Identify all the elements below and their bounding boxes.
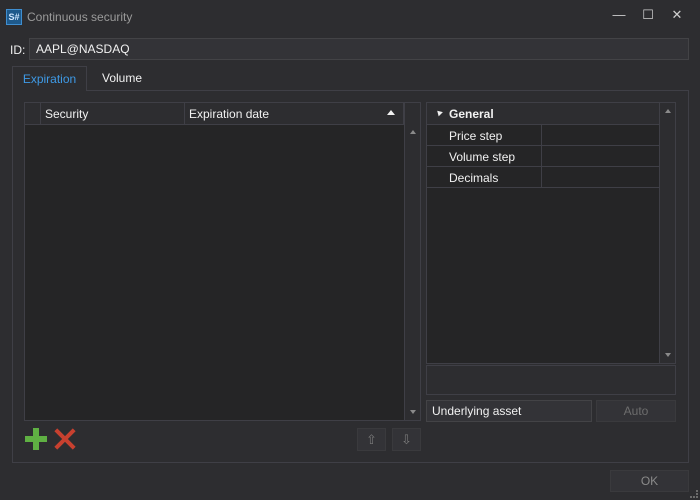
column-header-expiration-date[interactable]: Expiration date bbox=[185, 103, 404, 125]
category-general[interactable]: General bbox=[427, 103, 659, 124]
tab-expiration[interactable]: Expiration bbox=[12, 66, 87, 91]
property-grid[interactable]: General Price step Volume step Decimals bbox=[426, 102, 676, 364]
scroll-up-icon[interactable] bbox=[410, 130, 416, 134]
sort-ascending-icon bbox=[387, 110, 395, 115]
minimize-button[interactable]: — bbox=[606, 5, 632, 25]
app-logo-icon: S# bbox=[6, 9, 22, 25]
grid-header: Security Expiration date bbox=[25, 103, 404, 125]
close-button[interactable]: ✕ bbox=[664, 5, 690, 25]
property-row-price-step[interactable]: Price step bbox=[427, 124, 659, 145]
property-name: Decimals bbox=[449, 171, 499, 185]
collapse-triangle-icon[interactable] bbox=[435, 108, 443, 117]
category-label: General bbox=[449, 107, 494, 121]
maximize-button[interactable]: ☐ bbox=[635, 5, 661, 25]
tab-volume[interactable]: Volume bbox=[92, 66, 152, 91]
add-icon[interactable] bbox=[24, 427, 48, 451]
remove-icon[interactable] bbox=[53, 427, 77, 451]
property-divider bbox=[541, 125, 542, 145]
property-row-volume-step[interactable]: Volume step bbox=[427, 145, 659, 166]
scroll-up-icon[interactable] bbox=[665, 109, 671, 113]
underlying-asset-input[interactable]: Underlying asset bbox=[426, 400, 592, 422]
property-scrollbar[interactable] bbox=[659, 103, 675, 363]
property-divider bbox=[541, 146, 542, 166]
property-name: Price step bbox=[449, 129, 503, 143]
move-down-button[interactable]: ⇩ bbox=[392, 428, 421, 451]
property-row-decimals[interactable]: Decimals bbox=[427, 166, 659, 188]
scroll-down-icon[interactable] bbox=[665, 353, 671, 357]
column-header-security[interactable]: Security bbox=[41, 103, 185, 125]
expiration-grid[interactable]: Security Expiration date bbox=[24, 102, 421, 421]
property-divider bbox=[541, 167, 542, 187]
row-header-cell[interactable] bbox=[25, 103, 41, 125]
scroll-down-icon[interactable] bbox=[410, 410, 416, 414]
window-title: Continuous security bbox=[27, 10, 133, 24]
id-input[interactable]: AAPL@NASDAQ bbox=[29, 38, 689, 60]
title-bar[interactable]: S# Continuous security — ☐ ✕ bbox=[0, 0, 700, 32]
property-description-panel bbox=[426, 365, 676, 395]
property-name: Volume step bbox=[449, 150, 516, 164]
auto-button[interactable]: Auto bbox=[596, 400, 676, 422]
id-label: ID: bbox=[10, 43, 26, 57]
resize-grip-icon[interactable] bbox=[690, 490, 698, 498]
ok-button[interactable]: OK bbox=[610, 470, 689, 492]
move-up-button[interactable]: ⇧ bbox=[357, 428, 386, 451]
grid-scrollbar[interactable] bbox=[404, 103, 420, 420]
